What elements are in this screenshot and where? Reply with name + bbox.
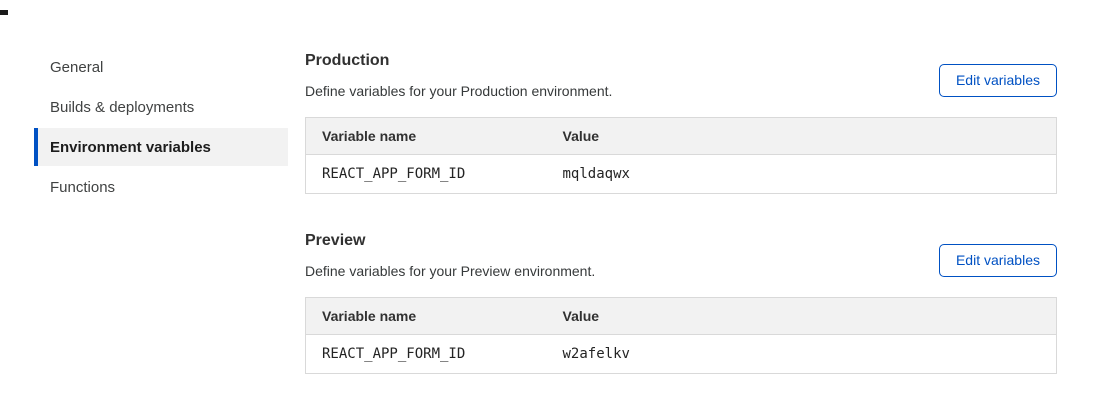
production-variables-table: Variable name Value REACT_APP_FORM_ID mq… — [305, 117, 1057, 194]
preview-header-text: Preview Define variables for your Previe… — [305, 231, 595, 297]
variable-value-cell: w2afelkv — [547, 335, 1057, 374]
production-section-header: Production Define variables for your Pro… — [305, 51, 1057, 117]
column-header-value: Value — [547, 298, 1057, 335]
preview-section-header: Preview Define variables for your Previe… — [305, 231, 1057, 297]
column-header-variable-name: Variable name — [306, 118, 547, 155]
production-description: Define variables for your Production env… — [305, 82, 612, 100]
table-row: REACT_APP_FORM_ID w2afelkv — [306, 335, 1057, 374]
variable-name-cell: REACT_APP_FORM_ID — [306, 155, 547, 194]
preview-description: Define variables for your Preview enviro… — [305, 262, 595, 280]
sidebar-item-builds-deployments[interactable]: Builds & deployments — [34, 88, 288, 126]
production-title: Production — [305, 51, 612, 70]
preview-table-header-row: Variable name Value — [306, 298, 1057, 335]
environment-variables-page: General Builds & deployments Environment… — [0, 0, 1100, 374]
sidebar-item-functions[interactable]: Functions — [34, 168, 288, 206]
preview-section: Preview Define variables for your Previe… — [305, 231, 1057, 374]
sidebar-item-environment-variables[interactable]: Environment variables — [34, 128, 288, 166]
main-content: Production Define variables for your Pro… — [305, 48, 1057, 374]
preview-variables-table: Variable name Value REACT_APP_FORM_ID w2… — [305, 297, 1057, 374]
edit-variables-button-preview[interactable]: Edit variables — [939, 244, 1057, 277]
production-section: Production Define variables for your Pro… — [305, 51, 1057, 194]
column-header-value: Value — [547, 118, 1057, 155]
table-row: REACT_APP_FORM_ID mqldaqwx — [306, 155, 1057, 194]
production-header-text: Production Define variables for your Pro… — [305, 51, 612, 117]
variable-value-cell: mqldaqwx — [547, 155, 1057, 194]
preview-title: Preview — [305, 231, 595, 250]
production-table-header-row: Variable name Value — [306, 118, 1057, 155]
settings-sidebar: General Builds & deployments Environment… — [34, 48, 288, 374]
sidebar-item-general[interactable]: General — [34, 48, 288, 86]
edit-variables-button-production[interactable]: Edit variables — [939, 64, 1057, 97]
variable-name-cell: REACT_APP_FORM_ID — [306, 335, 547, 374]
screen-edge-artifact — [0, 10, 8, 15]
column-header-variable-name: Variable name — [306, 298, 547, 335]
